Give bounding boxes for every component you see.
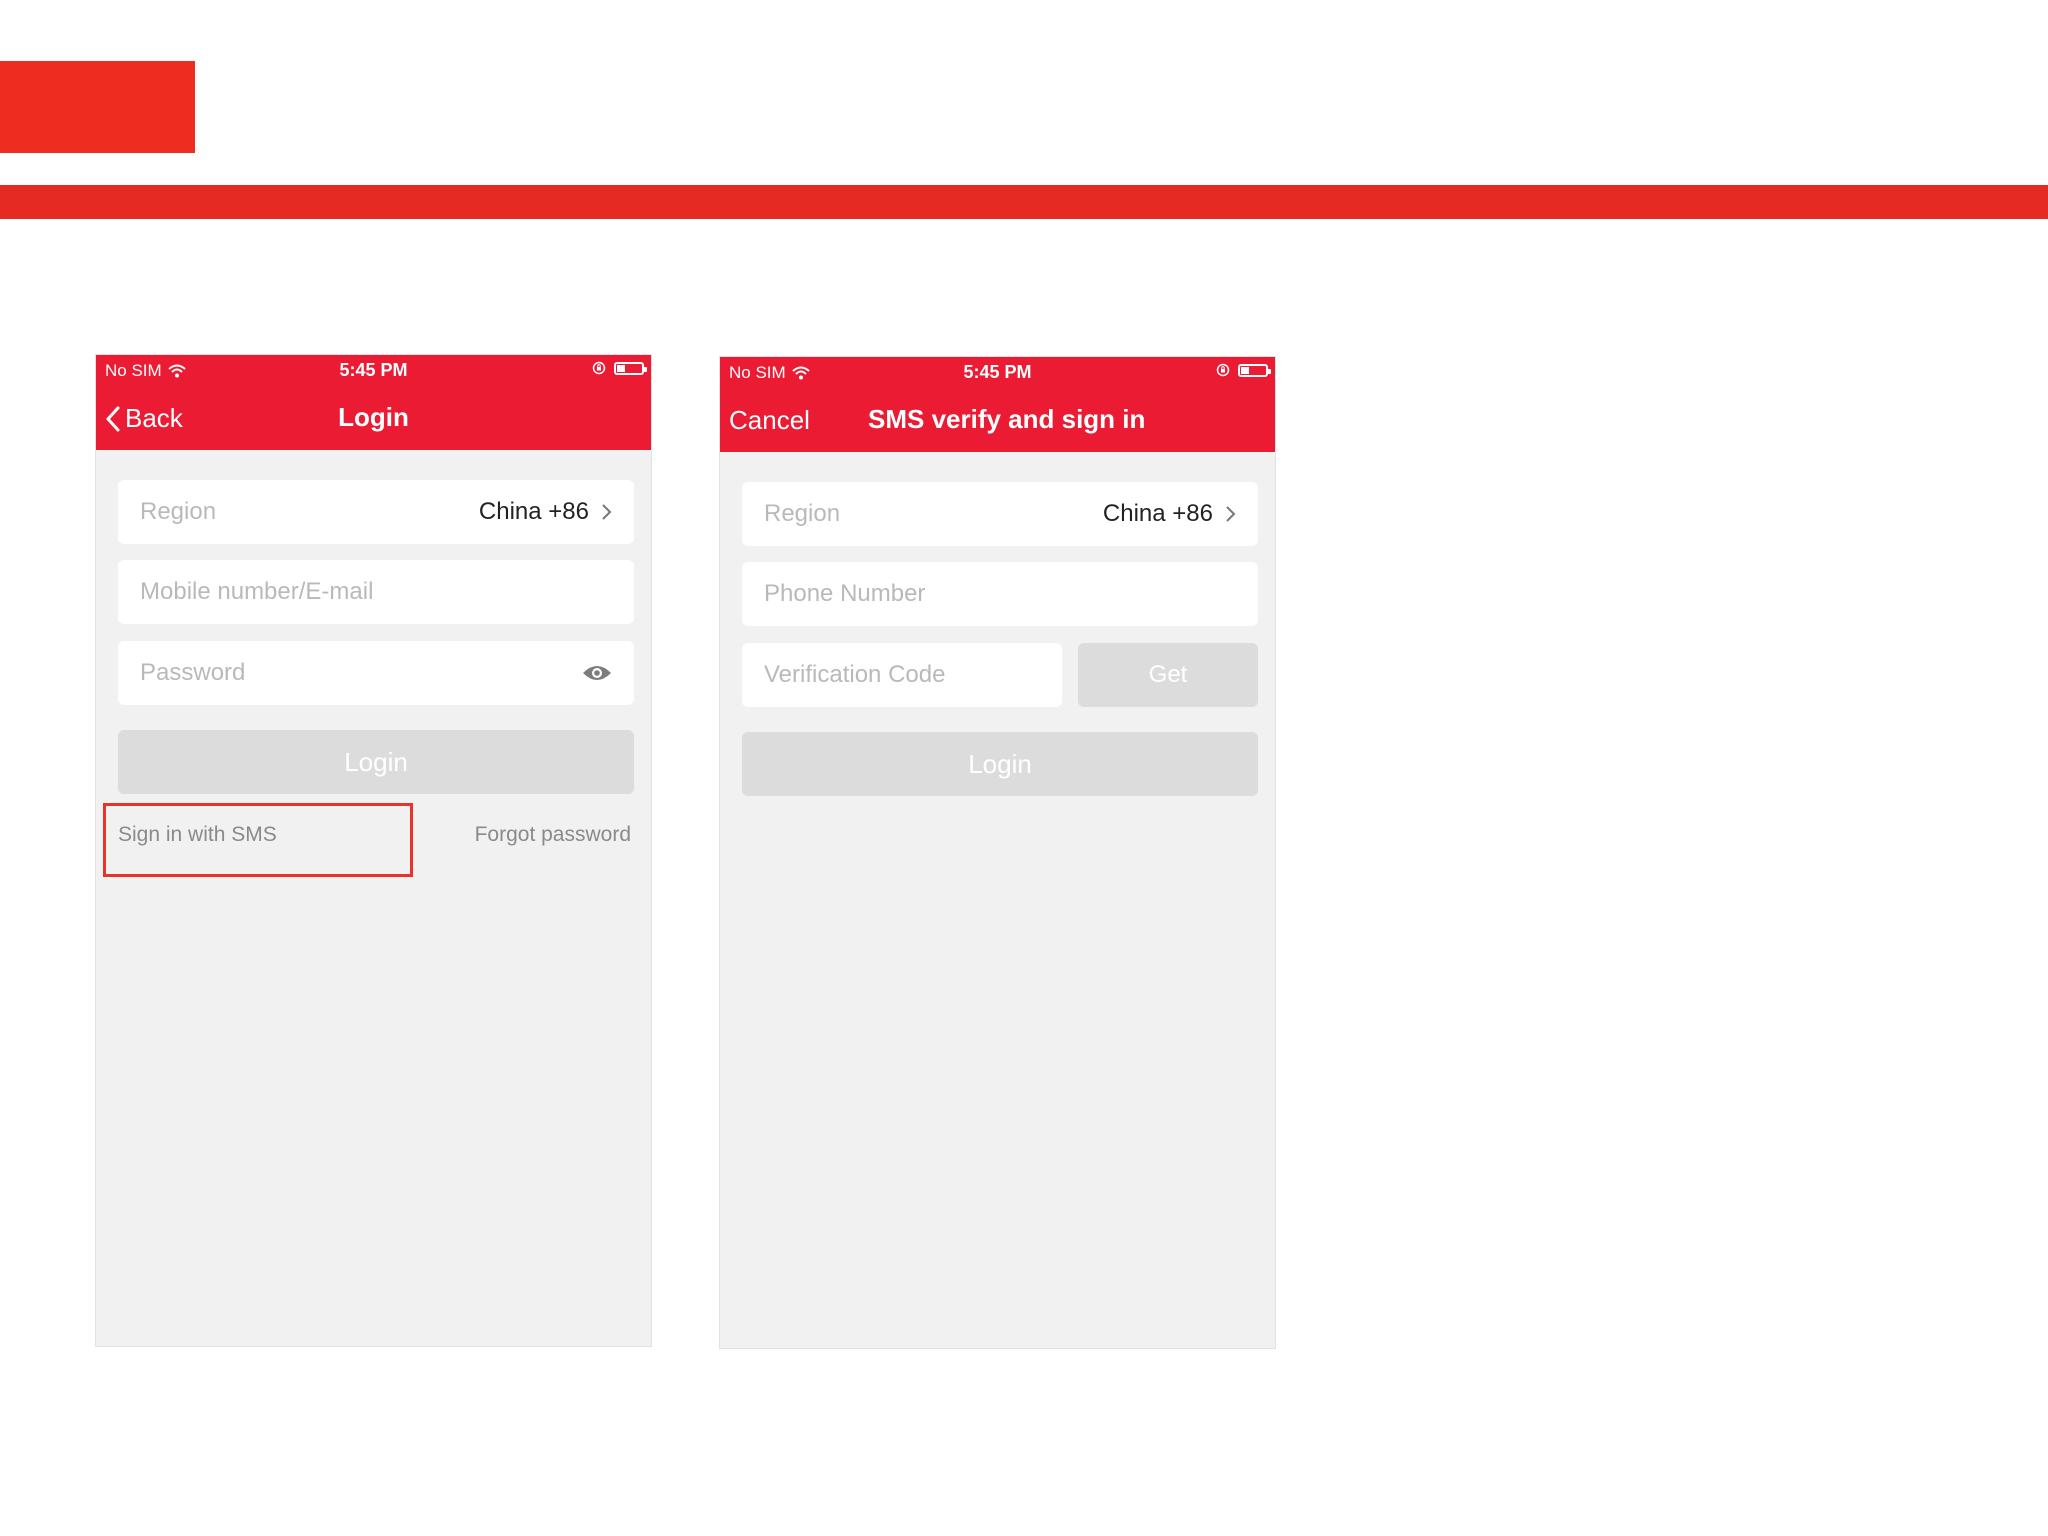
cancel-label: Cancel	[729, 405, 810, 435]
verification-code-field[interactable]	[742, 643, 1062, 707]
slide-header-bar	[0, 185, 2048, 219]
region-selector[interactable]: Region China +86	[742, 482, 1258, 546]
password-field[interactable]	[118, 641, 634, 705]
region-label: Region	[764, 500, 841, 527]
nav-header: No SIM 5:45 PM Back Login	[96, 355, 651, 450]
status-bar: No SIM 5:45 PM	[96, 355, 651, 385]
password-input[interactable]	[140, 659, 582, 687]
highlight-box	[103, 803, 413, 877]
region-value: China +86	[1102, 500, 1213, 527]
account-input[interactable]	[140, 578, 612, 606]
phone-number-input[interactable]	[764, 580, 1236, 608]
status-time: 5:45 PM	[339, 360, 408, 380]
page-title: SMS verify and sign in	[868, 404, 1146, 434]
login-screen: No SIM 5:45 PM Back Login Region China +…	[95, 354, 652, 1347]
login-button[interactable]: Login	[118, 730, 634, 794]
status-bar: No SIM 5:45 PM	[720, 357, 1275, 387]
sms-verify-screen: No SIM 5:45 PM Cancel SMS verify and sig…	[719, 356, 1276, 1349]
status-time: 5:45 PM	[963, 362, 1032, 382]
region-selector[interactable]: Region China +86	[118, 480, 634, 544]
slide-accent-block	[0, 61, 195, 153]
nav-header: No SIM 5:45 PM Cancel SMS verify and sig…	[720, 357, 1275, 452]
region-label: Region	[140, 498, 217, 525]
get-code-button[interactable]: Get	[1078, 643, 1258, 707]
account-field[interactable]	[118, 560, 634, 624]
verification-code-input[interactable]	[764, 661, 1040, 689]
region-value: China +86	[478, 498, 589, 525]
login-button[interactable]: Login	[742, 732, 1258, 796]
battery-icon	[1238, 363, 1271, 377]
rotation-lock-icon	[592, 361, 606, 375]
eye-icon[interactable]	[582, 663, 612, 683]
page-title: Login	[338, 402, 409, 432]
chevron-right-icon	[602, 504, 612, 520]
forgot-password-link[interactable]: Forgot password	[475, 823, 631, 847]
battery-icon	[614, 361, 647, 375]
rotation-lock-icon	[1216, 363, 1230, 377]
cancel-button[interactable]: Cancel	[729, 405, 810, 436]
chevron-right-icon	[1226, 506, 1236, 522]
phone-number-field[interactable]	[742, 562, 1258, 626]
